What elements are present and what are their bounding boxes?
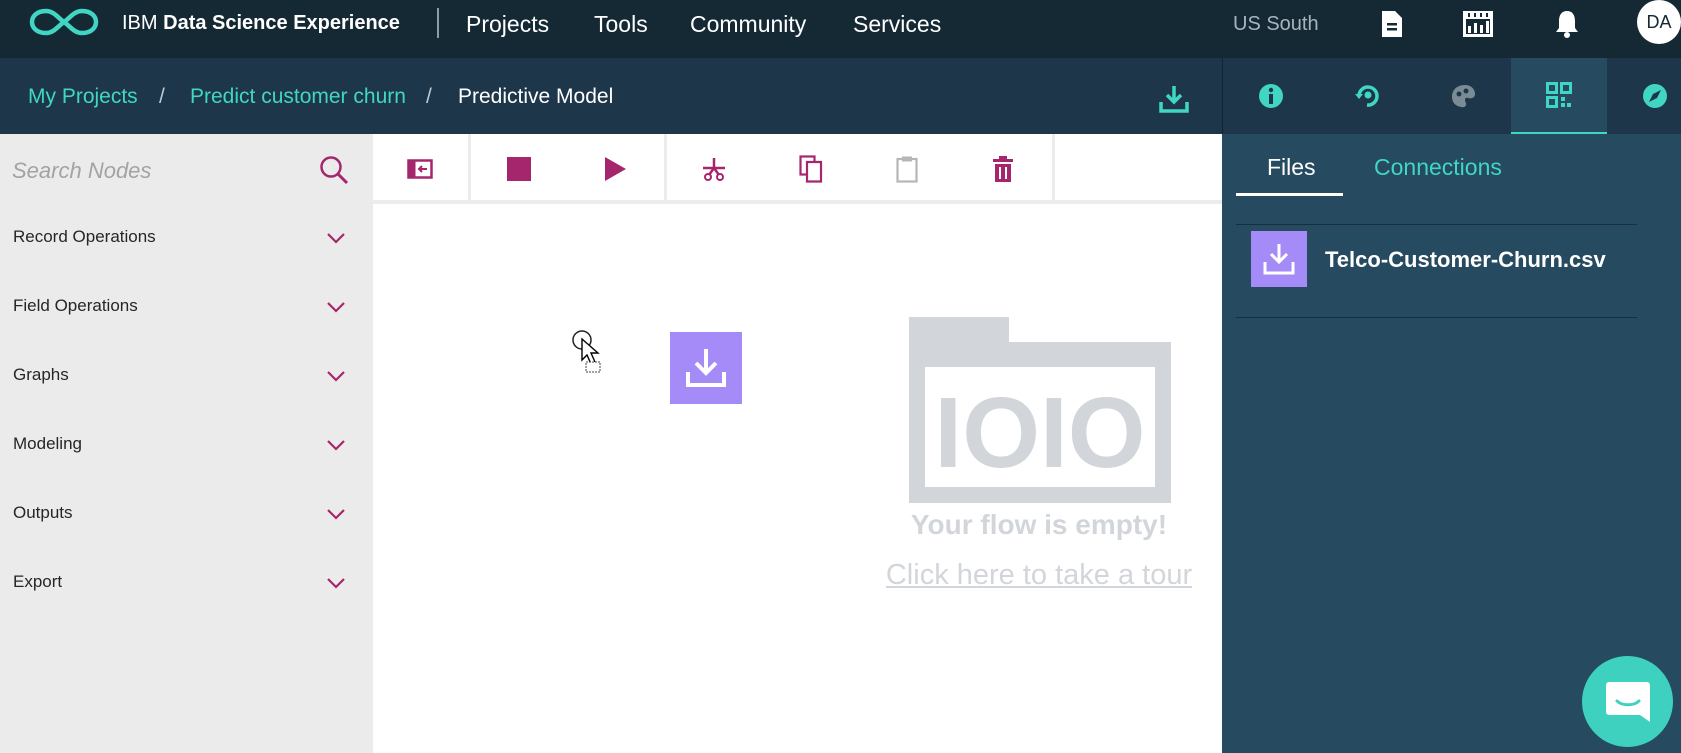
chevron-down-icon xyxy=(327,371,345,382)
calendar-grid-icon[interactable] xyxy=(1458,6,1498,42)
empty-flow-illustration: IOIO xyxy=(909,317,1171,503)
empty-graphic-text: IOIO xyxy=(934,377,1145,489)
tab-connections[interactable]: Connections xyxy=(1374,154,1502,181)
refresh-rocket-icon[interactable] xyxy=(1319,58,1415,134)
breadcrumb-separator: / xyxy=(159,85,165,108)
sidebar-toggle-icon[interactable] xyxy=(403,152,437,186)
category-label: Export xyxy=(13,572,63,591)
toolbar-separator xyxy=(468,134,471,204)
breadcrumb-current: Predictive Model xyxy=(458,85,614,108)
flow-toolbar xyxy=(373,134,1222,204)
bell-icon[interactable] xyxy=(1550,6,1584,42)
document-icon[interactable] xyxy=(1374,6,1410,42)
top-navigation-bar: IBM Data Science Experience Projects Too… xyxy=(0,0,1681,58)
toolbar-separator xyxy=(664,134,667,204)
copy-icon[interactable] xyxy=(794,152,828,186)
category-label: Outputs xyxy=(13,503,73,522)
nav-tools[interactable]: Tools xyxy=(594,11,648,38)
delete-icon[interactable] xyxy=(986,152,1020,186)
file-name: Telco-Customer-Churn.csv xyxy=(1325,247,1606,272)
palette-icon[interactable] xyxy=(1415,58,1511,134)
search-icon[interactable] xyxy=(318,154,350,186)
tab-files[interactable]: Files xyxy=(1267,154,1316,181)
palette-category-record-operations[interactable]: Record Operations xyxy=(0,218,373,258)
drag-cursor-icon xyxy=(572,330,601,373)
category-label: Field Operations xyxy=(13,296,138,315)
import-icon xyxy=(686,349,726,387)
chevron-down-icon xyxy=(327,233,345,244)
empty-flow-message: Your flow is empty! xyxy=(910,509,1168,540)
chevron-down-icon xyxy=(327,509,345,520)
brand-prefix: IBM xyxy=(122,12,158,34)
brand-title[interactable]: IBM Data Science Experience xyxy=(122,12,400,35)
palette-category-export[interactable]: Export xyxy=(0,563,373,603)
category-label: Graphs xyxy=(13,365,69,384)
info-icon[interactable] xyxy=(1223,58,1319,134)
palette-category-modeling[interactable]: Modeling xyxy=(0,425,373,465)
file-import-icon[interactable] xyxy=(1251,231,1307,287)
user-avatar[interactable]: DA xyxy=(1637,0,1681,44)
stop-icon[interactable] xyxy=(502,152,536,186)
top-divider xyxy=(437,8,439,38)
import-node[interactable] xyxy=(670,332,742,404)
palette-category-graphs[interactable]: Graphs xyxy=(0,356,373,396)
paste-icon[interactable] xyxy=(890,152,924,186)
nav-community[interactable]: Community xyxy=(690,11,806,38)
breadcrumb-project[interactable]: Predict customer churn xyxy=(190,85,406,109)
palette-category-field-operations[interactable]: Field Operations xyxy=(0,287,373,327)
breadcrumb-separator: / xyxy=(426,85,432,108)
chat-support-button[interactable] xyxy=(1582,656,1673,747)
data-assets-panel: Files Connections Telco-Customer-Churn.c… xyxy=(1222,134,1681,753)
chevron-down-icon xyxy=(327,302,345,313)
chat-icon xyxy=(1605,681,1650,722)
dsx-logo-icon[interactable] xyxy=(28,7,100,37)
nav-projects[interactable]: Projects xyxy=(466,11,549,38)
chevron-down-icon xyxy=(327,578,345,589)
brand-name: Data Science Experience xyxy=(163,12,400,34)
category-label: Modeling xyxy=(13,434,82,453)
data-assets-icon[interactable] xyxy=(1511,58,1607,134)
active-tab-indicator xyxy=(1236,193,1343,196)
flow-canvas[interactable]: IOIO Your flow is empty! Click here to t… xyxy=(373,204,1222,753)
take-tour-link[interactable]: Click here to take a tour xyxy=(843,559,1235,592)
cut-icon[interactable] xyxy=(697,152,731,186)
toolbar-separator xyxy=(1052,134,1055,204)
search-nodes-input[interactable] xyxy=(12,156,302,186)
nav-services[interactable]: Services xyxy=(853,11,941,38)
category-label: Record Operations xyxy=(13,227,156,246)
right-panel-tabs xyxy=(1222,58,1681,134)
divider xyxy=(1236,317,1637,318)
breadcrumb: My Projects / Predict customer churn / P… xyxy=(0,58,1222,134)
chevron-down-icon xyxy=(327,440,345,451)
region-selector[interactable]: US South xyxy=(1233,13,1319,36)
breadcrumb-my-projects[interactable]: My Projects xyxy=(28,85,138,109)
node-palette: Record Operations Field Operations Graph… xyxy=(0,134,373,753)
compass-icon[interactable] xyxy=(1607,58,1681,134)
run-icon[interactable] xyxy=(598,152,632,186)
palette-category-outputs[interactable]: Outputs xyxy=(0,494,373,534)
download-icon[interactable] xyxy=(1157,82,1191,116)
file-list-item[interactable]: Telco-Customer-Churn.csv xyxy=(1236,225,1637,309)
